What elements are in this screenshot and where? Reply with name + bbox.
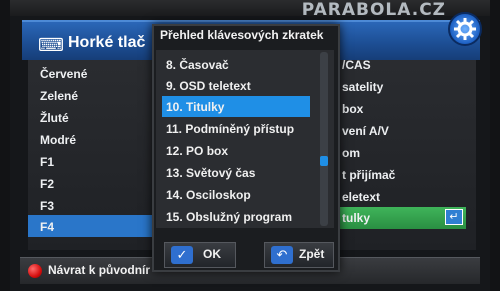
- popup-list-item[interactable]: 11. Podmíněný přístup: [166, 118, 312, 140]
- back-arrow-icon: ↶: [271, 246, 293, 264]
- left-list-item[interactable]: Modré: [40, 130, 76, 150]
- popup-list-item[interactable]: 13. Světový čas: [166, 162, 312, 184]
- left-list-item[interactable]: F1: [40, 152, 54, 172]
- left-list-item[interactable]: F3: [40, 196, 54, 216]
- back-button[interactable]: ↶ Zpět: [264, 242, 334, 268]
- left-list-item-selected[interactable]: F4: [40, 217, 54, 237]
- left-list-item[interactable]: Červené: [40, 64, 87, 84]
- popup-list-item[interactable]: 12. PO box: [166, 140, 312, 162]
- window-title: Horké tlač: [68, 34, 146, 51]
- right-list-item[interactable]: satelity: [342, 77, 383, 97]
- left-list-item[interactable]: Zelené: [40, 86, 78, 106]
- checkmark-icon: ✓: [171, 246, 193, 264]
- enter-icon: ↵: [445, 209, 463, 225]
- right-list-item-selected[interactable]: tulky: [342, 208, 370, 228]
- popup-list-item[interactable]: 15. Obslužný program: [166, 206, 312, 228]
- gear-icon: [448, 12, 482, 46]
- right-list-item[interactable]: vení A/V: [342, 121, 389, 141]
- ok-button[interactable]: ✓ OK: [164, 242, 236, 268]
- back-button-label: Zpět: [299, 247, 325, 261]
- tv-bezel-right: [490, 0, 500, 291]
- red-button-icon: [28, 264, 42, 278]
- popup-list-item[interactable]: 9. OSD teletext: [166, 75, 312, 97]
- ok-button-label: OK: [203, 247, 221, 261]
- keyboard-icon: ⌨: [38, 35, 64, 55]
- footer-back-hint[interactable]: Návrat k původnír: [48, 263, 150, 277]
- left-list-item[interactable]: Žluté: [40, 108, 69, 128]
- popup-list-item[interactable]: 8. Časovač: [166, 54, 312, 76]
- left-list-item[interactable]: F2: [40, 174, 54, 194]
- popup-list-item[interactable]: 14. Osciloskop: [166, 184, 312, 206]
- watermark-brand: PARABOLA.CZ: [301, 0, 446, 20]
- popup-title: Přehled klávesových zkratek: [160, 28, 324, 42]
- popup-scrollbar[interactable]: [320, 52, 328, 226]
- right-list-item[interactable]: box: [342, 99, 363, 119]
- popup-scroll-thumb[interactable]: [320, 156, 328, 166]
- right-list-item[interactable]: eletext: [342, 187, 380, 207]
- right-list-item[interactable]: om: [342, 143, 360, 163]
- tv-bezel-left: [0, 0, 10, 291]
- popup-list-item-selected[interactable]: 10. Titulky: [166, 96, 312, 118]
- right-list-item[interactable]: t přijímač: [342, 165, 395, 185]
- right-list-item[interactable]: /CAS: [342, 55, 371, 75]
